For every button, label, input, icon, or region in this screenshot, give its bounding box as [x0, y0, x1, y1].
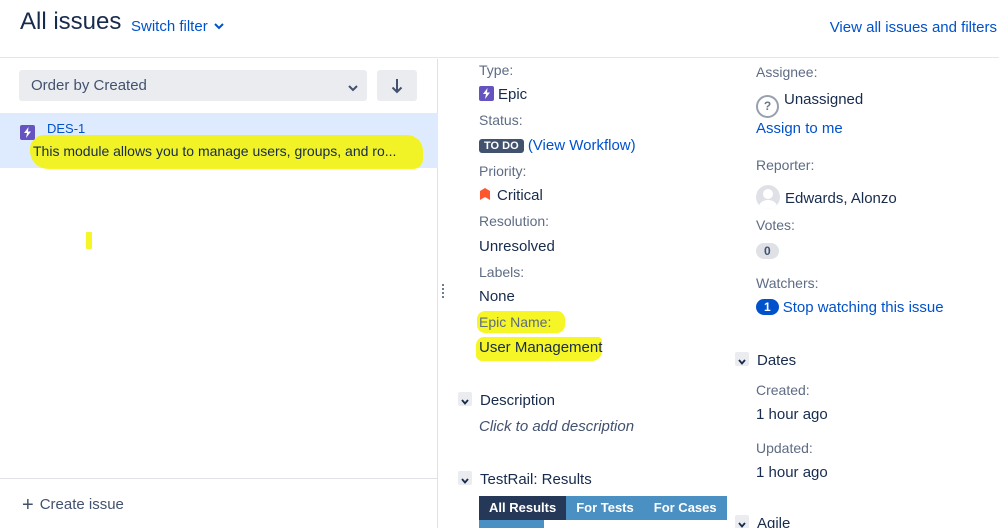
assignee-label: Assignee: — [756, 64, 818, 80]
stop-watching-link[interactable]: Stop watching this issue — [783, 299, 944, 316]
epic-icon — [479, 86, 494, 101]
issue-summary: This module allows you to manage users, … — [33, 143, 397, 159]
status-value: TO DO (View Workflow) — [479, 137, 636, 154]
testrail-tabs: All Results For Tests For Cases — [479, 496, 727, 520]
agile-section-toggle[interactable]: Agile — [735, 515, 790, 528]
labels-value[interactable]: None — [479, 288, 515, 305]
switch-filter-button[interactable]: Switch filter — [131, 17, 224, 35]
chevron-down-icon — [213, 17, 224, 34]
highlight-mark — [86, 232, 92, 249]
assignee-value: ? Unassigned — [756, 91, 863, 118]
chevron-down-icon — [458, 471, 472, 485]
resolution-label: Resolution: — [479, 213, 550, 229]
order-by-select[interactable]: Order by Created — [19, 70, 367, 101]
tab-for-tests[interactable]: For Tests — [566, 496, 644, 520]
view-all-issues-link[interactable]: View all issues and filters — [830, 19, 997, 36]
votes-value: 0 — [756, 242, 779, 259]
type-label: Type: — [479, 62, 514, 78]
description-section-toggle[interactable]: Description — [458, 392, 555, 409]
reporter-name: Edwards, Alonzo — [785, 190, 897, 207]
watcher-count-badge[interactable]: 1 — [756, 299, 779, 315]
type-value-text: Epic — [498, 86, 528, 103]
view-workflow-link[interactable]: (View Workflow) — [528, 137, 636, 154]
epic-name-value[interactable]: User Management — [479, 339, 602, 356]
chevron-down-icon — [458, 392, 472, 406]
resolution-value: Unresolved — [479, 238, 555, 255]
labels-label: Labels: — [479, 264, 525, 280]
issue-list-panel: Order by Created DES-1 This module allow… — [0, 59, 438, 528]
chevron-down-icon — [735, 515, 749, 528]
priority-value: Critical — [479, 187, 543, 204]
switch-filter-label: Switch filter — [131, 18, 208, 35]
issue-list-item[interactable]: DES-1 This module allows you to manage u… — [0, 113, 438, 169]
issue-key: DES-1 — [47, 121, 86, 136]
status-label: Status: — [479, 112, 523, 128]
order-by-label: Order by Created — [31, 77, 147, 94]
dates-heading: Dates — [757, 352, 797, 369]
vote-count-badge[interactable]: 0 — [756, 243, 779, 259]
type-value: Epic — [479, 86, 527, 103]
priority-value-text: Critical — [497, 187, 543, 204]
watchers-label: Watchers: — [756, 275, 819, 291]
updated-value: 1 hour ago — [756, 464, 828, 481]
epic-icon — [20, 125, 35, 140]
page-title: All issues — [20, 8, 122, 35]
watchers-value: 1 Stop watching this issue — [756, 299, 944, 316]
dates-section-toggle[interactable]: Dates — [735, 352, 796, 369]
agile-heading: Agile — [757, 515, 791, 528]
created-label: Created: — [756, 382, 810, 398]
created-value: 1 hour ago — [756, 406, 828, 423]
tab-for-cases[interactable]: For Cases — [643, 496, 727, 520]
arrow-down-icon — [391, 79, 403, 94]
description-heading: Description — [480, 392, 556, 409]
chevron-down-icon — [348, 79, 358, 96]
create-issue-button[interactable]: + Create issue — [0, 478, 438, 528]
updated-label: Updated: — [756, 440, 813, 456]
plus-icon: + — [22, 494, 34, 516]
description-field[interactable]: Click to add description — [479, 418, 634, 435]
testrail-content-strip — [479, 520, 544, 528]
votes-label: Votes: — [756, 217, 795, 233]
create-issue-label: Create issue — [39, 496, 124, 513]
epic-name-label: Epic Name: — [479, 314, 552, 330]
reporter-label: Reporter: — [756, 157, 815, 173]
testrail-heading: TestRail: Results — [480, 471, 592, 488]
reporter-value: Edwards, Alonzo — [756, 185, 897, 209]
tab-all-results[interactable]: All Results — [479, 496, 567, 520]
user-avatar — [756, 185, 780, 209]
testrail-section-toggle[interactable]: TestRail: Results — [458, 471, 592, 488]
critical-priority-icon — [479, 188, 491, 201]
assignee-name: Unassigned — [784, 91, 864, 108]
page-header: All issues Switch filter View all issues… — [0, 0, 999, 58]
priority-label: Priority: — [479, 163, 527, 179]
sort-direction-button[interactable] — [377, 70, 417, 101]
assign-to-me-link[interactable]: Assign to me — [756, 120, 843, 137]
unassigned-avatar-icon: ? — [756, 95, 779, 118]
panel-resize-handle[interactable] — [442, 284, 444, 300]
status-lozenge: TO DO — [479, 139, 524, 153]
chevron-down-icon — [735, 352, 749, 366]
